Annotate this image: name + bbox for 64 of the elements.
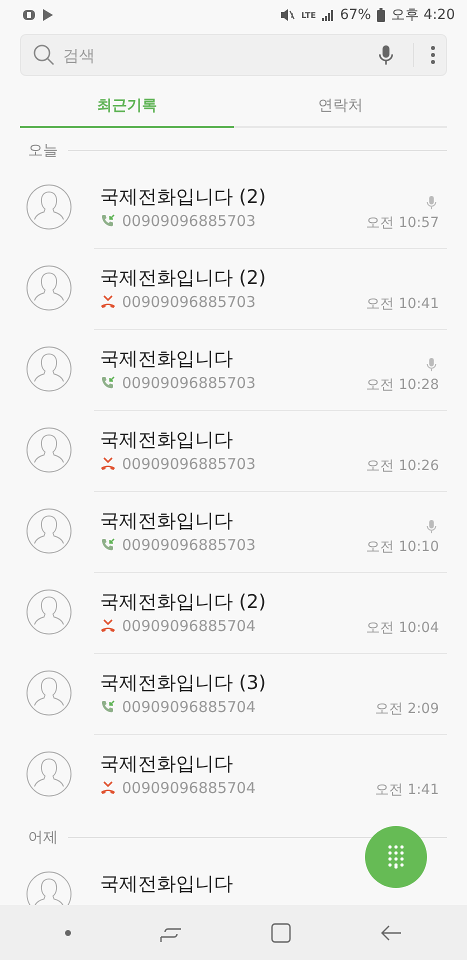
call-time: 오전 10:41 <box>366 295 439 313</box>
clock: 오후 4:20 <box>391 6 455 24</box>
phone-number: 00909096885704 <box>122 779 256 797</box>
avatar-icon <box>26 751 72 797</box>
avatar-icon <box>26 184 72 230</box>
call-time: 오전 2:09 <box>375 700 439 718</box>
avatar-icon <box>26 508 72 554</box>
battery-percent: 67% <box>340 7 372 23</box>
phone-number: 00909096885703 <box>122 455 256 473</box>
avatar-icon <box>26 871 72 905</box>
call-time: 오전 10:28 <box>366 376 439 394</box>
search-field[interactable]: 검색 <box>61 44 369 66</box>
call-time: 오전 1:41 <box>375 781 439 799</box>
caller-name: 국제전화입니다 <box>100 428 234 453</box>
app-notification-icon <box>22 8 36 22</box>
section-header: 어제 <box>28 828 58 846</box>
phone-number: 00909096885704 <box>122 698 256 716</box>
caller-name: 국제전화입니다 (2) <box>100 185 267 210</box>
call-log-item[interactable]: 국제전화입니다 <box>0 855 467 905</box>
dialpad-icon <box>388 845 404 869</box>
call-log-item[interactable]: 국제전화입니다 00909096885703 오전 10:26 <box>0 411 467 491</box>
vibrate-mute-icon <box>279 8 296 22</box>
signal-icon <box>322 9 334 21</box>
section-header: 오늘 <box>28 140 58 160</box>
call-log-item[interactable]: 국제전화입니다 00909096885703 오전 10:28 <box>0 330 467 410</box>
avatar-icon <box>26 346 72 392</box>
microphone-icon <box>424 195 439 210</box>
phone-number: 00909096885703 <box>122 536 256 554</box>
network-type: LTE <box>301 10 316 20</box>
caller-name: 국제전화입니다 <box>100 752 234 777</box>
call-log-item[interactable]: 국제전화입니다 (2) 00909096885703 오전 10:57 <box>0 168 467 248</box>
avatar-icon <box>26 427 72 473</box>
call-time: 오전 10:04 <box>366 619 439 637</box>
caller-name: 국제전화입니다 <box>100 509 234 534</box>
microphone-icon <box>424 519 439 534</box>
call-log-item[interactable]: 국제전화입니다 (2) 00909096885704 오전 10:04 <box>0 573 467 653</box>
home-icon[interactable] <box>271 922 292 942</box>
avatar-icon <box>26 589 72 635</box>
search-bar[interactable]: 검색 <box>20 34 447 76</box>
phone-number: 00909096885704 <box>122 617 256 635</box>
call-time: 오전 10:57 <box>366 214 439 232</box>
call-time: 오전 10:26 <box>366 457 439 475</box>
caller-name: 국제전화입니다 (2) <box>100 266 267 291</box>
call-log-item[interactable]: 국제전화입니다 (3) 00909096885704 오전 2:09 <box>0 654 467 734</box>
battery-icon <box>377 8 386 22</box>
phone-number: 00909096885703 <box>122 374 256 392</box>
call-log-item[interactable]: 국제전화입니다 00909096885704 오전 1:41 <box>0 735 467 815</box>
phone-number: 00909096885703 <box>122 212 256 230</box>
call-log-item[interactable]: 국제전화입니다 00909096885703 오전 10:10 <box>0 492 467 572</box>
dot-icon[interactable] <box>64 930 71 936</box>
play-store-icon <box>42 8 54 22</box>
caller-name: 국제전화입니다 <box>100 347 234 372</box>
back-icon[interactable] <box>380 924 402 942</box>
call-log-item[interactable]: 국제전화입니다 (2) 00909096885703 오전 10:41 <box>0 249 467 329</box>
more-options-icon[interactable] <box>430 45 436 65</box>
microphone-icon <box>424 357 439 372</box>
caller-name: 국제전화입니다 (3) <box>100 671 267 696</box>
caller-name: 국제전화입니다 (2) <box>100 590 267 615</box>
caller-name: 국제전화입니다 <box>100 872 234 897</box>
phone-number: 00909096885703 <box>122 293 256 311</box>
search-icon <box>33 44 55 66</box>
avatar-icon <box>26 670 72 716</box>
avatar-icon <box>26 265 72 311</box>
call-time: 오전 10:10 <box>366 538 439 556</box>
